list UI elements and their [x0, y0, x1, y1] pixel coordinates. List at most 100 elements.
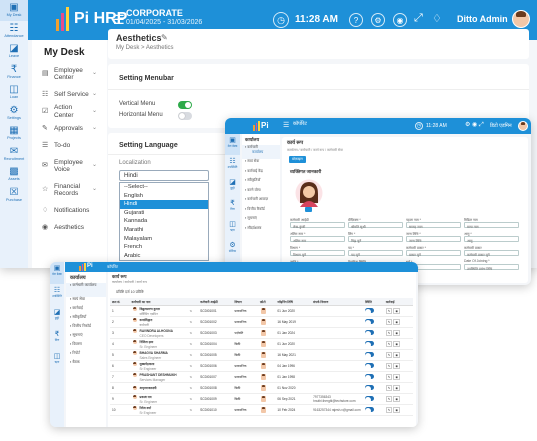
column-header[interactable]: फ़ोटो — [257, 298, 276, 306]
tab-profile[interactable]: प्रोफ़ाइल — [289, 156, 306, 163]
expand-icon[interactable]: ⇅ — [188, 383, 199, 394]
view-icon[interactable]: ◉ — [393, 396, 401, 402]
cell-status[interactable] — [363, 328, 384, 339]
edit-icon[interactable]: ✎ — [385, 396, 393, 402]
menu-item[interactable]: ▪ वित्तीय रिकॉर्ड — [242, 207, 280, 217]
expand-icon[interactable]: ⇅ — [188, 394, 199, 405]
menu-item[interactable]: ▪ स्वयं सेवा — [66, 297, 106, 306]
language-option[interactable]: English — [120, 192, 208, 201]
field-input[interactable]: उपस्थिति प्रारंभ तिथि — [464, 264, 519, 271]
menu-item[interactable]: ▪ कार्रवाई — [66, 306, 106, 315]
nav-item[interactable]: ✉ Recruitment — [0, 144, 28, 165]
cell-name[interactable]: कवाशिद्वारा कर्मचारी — [130, 317, 188, 328]
desk-item[interactable]: ▤ Employee Center ⌄ — [32, 62, 107, 86]
status-toggle[interactable] — [365, 407, 375, 414]
view-icon[interactable]: ◉ — [393, 407, 401, 413]
language-option[interactable]: Gujarati — [120, 209, 208, 218]
nav-item[interactable]: ☷ उपस्थिति — [50, 284, 64, 306]
nav-item[interactable]: ⚙ Settings — [0, 103, 28, 124]
bell-icon[interactable]: ♢ — [432, 12, 442, 25]
view-icon[interactable]: ◉ — [393, 341, 401, 347]
nav-item[interactable]: ▦ Projects — [0, 123, 28, 144]
nav-item[interactable]: ◫ Loan — [0, 82, 28, 103]
desk-item[interactable]: ☑ Action Center ⌄ — [32, 103, 107, 120]
menu-item[interactable]: ▪ बैठक — [66, 360, 106, 369]
menu-item[interactable]: ▪ स्वीकृतियाँ — [242, 178, 280, 188]
cell-name[interactable]: निशिता हास Sr. Engineer — [130, 339, 188, 350]
nav-item[interactable]: ◪ छुट्टी — [225, 176, 240, 197]
column-header[interactable]: जॉइनिंग तिथि — [275, 298, 312, 306]
view-icon[interactable]: ◉ — [393, 363, 401, 369]
menu-item[interactable]: ▪ सूचनाएं — [242, 216, 280, 226]
status-toggle[interactable] — [365, 385, 375, 392]
expand-icon[interactable]: ⇅ — [188, 372, 199, 383]
status-toggle[interactable] — [365, 308, 375, 315]
show-entries[interactable]: प्रविष्टि दर्ज 10 प्रविष्टि — [116, 290, 144, 295]
field-input[interactable]: विभाग चुनें — [290, 250, 345, 257]
menu-item[interactable]: ▪ सौंदर्यशास्त्र — [242, 226, 280, 236]
hamburger-icon[interactable]: ☰ — [283, 121, 289, 129]
edit-icon[interactable]: ✎ — [385, 308, 393, 314]
edit-icon[interactable]: ✎ — [385, 352, 393, 358]
cell-name[interactable]: अमृतराजलक्ष्मी — [130, 383, 188, 394]
column-header[interactable]: स्थिति — [363, 298, 384, 306]
language-option[interactable]: Hindi — [120, 200, 208, 209]
cell-name[interactable]: BHAGVA SHARMA Sales Engineer — [130, 350, 188, 361]
menu-item[interactable]: ▪ करने योग्य — [242, 188, 280, 198]
nav-item[interactable]: ▩ Assets — [0, 164, 28, 185]
cell-status[interactable] — [363, 306, 384, 317]
expand-icon[interactable]: ⇅ — [188, 317, 199, 328]
language-option[interactable]: Arabic — [120, 252, 208, 261]
menu-item[interactable]: ▪ कर्मचारी कार्यालय — [242, 145, 280, 159]
field-input[interactable]: अंतिम नाम — [290, 236, 345, 243]
edit-icon[interactable]: ✎ — [385, 363, 393, 369]
field-input[interactable]: श्रीमति सुश्री — [348, 222, 403, 229]
menu-item[interactable]: ▪ स्वीकृतियाँ — [66, 315, 106, 324]
menu-item[interactable]: ▪ स्वयं सेवा — [242, 159, 280, 169]
cell-status[interactable] — [363, 405, 384, 416]
desk-item[interactable]: ☆ Financial Records ⌄ — [32, 178, 107, 202]
field-input[interactable]: पद चुनें — [348, 250, 403, 257]
menu-item[interactable]: ▪ सूचनाएं — [66, 333, 106, 342]
language-option[interactable]: Malayalam — [120, 235, 208, 244]
user-avatar[interactable] — [518, 121, 528, 131]
status-toggle[interactable] — [365, 396, 375, 403]
cell-status[interactable] — [363, 394, 384, 405]
expand-icon[interactable]: ⇅ — [188, 361, 199, 372]
status-toggle[interactable] — [365, 341, 375, 348]
settings-icon[interactable]: ⚙ — [371, 13, 385, 27]
nav-item[interactable]: ☒ Purchase — [0, 185, 28, 206]
cell-status[interactable] — [363, 383, 384, 394]
menu-item[interactable]: ▪ वित्तीय रिकॉर्ड — [66, 324, 106, 333]
edit-icon[interactable]: ✎ — [385, 330, 393, 336]
nav-item[interactable]: ▣ My Desk — [0, 0, 28, 21]
cell-name[interactable]: रितेश वर्मा Sr Engineer — [130, 405, 188, 416]
edit-icon[interactable]: ✎ — [385, 319, 393, 325]
edit-icon[interactable]: ✎ — [161, 33, 168, 42]
nav-item[interactable]: ◪ Leave — [0, 41, 28, 62]
help-icon[interactable]: ? — [349, 13, 363, 27]
cell-status[interactable] — [363, 361, 384, 372]
field-input[interactable]: चिह्न चुनें — [348, 236, 403, 243]
column-header[interactable]: कर्मचारी का नाम — [129, 298, 188, 306]
view-icon[interactable]: ◉ — [393, 385, 401, 391]
field-input[interactable]: साराह जान — [406, 222, 461, 229]
cell-name[interactable]: RAVINDRA ALHOONA CEO Developers — [130, 328, 188, 339]
expand-icon[interactable]: ⇅ — [188, 328, 199, 339]
nav-item[interactable]: ⚙ सेटिंग्स — [225, 239, 240, 260]
cell-status[interactable] — [363, 339, 384, 350]
user-name[interactable]: डिटो एडमिन — [490, 123, 512, 129]
menu-item[interactable]: ▪ रिपोर्ट — [66, 351, 106, 360]
column-header[interactable] — [187, 298, 199, 306]
vertical-menu-toggle[interactable] — [178, 101, 192, 109]
desk-item[interactable]: ✉ Employee Voice ⌄ — [32, 154, 107, 178]
expand-icon[interactable]: ⇅ — [188, 405, 199, 416]
hamburger-icon[interactable]: ☰ — [113, 12, 125, 28]
language-option[interactable]: French — [120, 243, 208, 252]
nav-item[interactable]: ◫ ऋण — [225, 218, 240, 239]
language-option[interactable]: --Select-- — [120, 183, 208, 192]
status-toggle[interactable] — [365, 319, 375, 326]
field-input[interactable]: लेख-कुंजी — [290, 222, 345, 229]
nav-item[interactable]: ▣ मेरा डेस्क — [225, 134, 240, 155]
edit-icon[interactable]: ✎ — [385, 385, 393, 391]
